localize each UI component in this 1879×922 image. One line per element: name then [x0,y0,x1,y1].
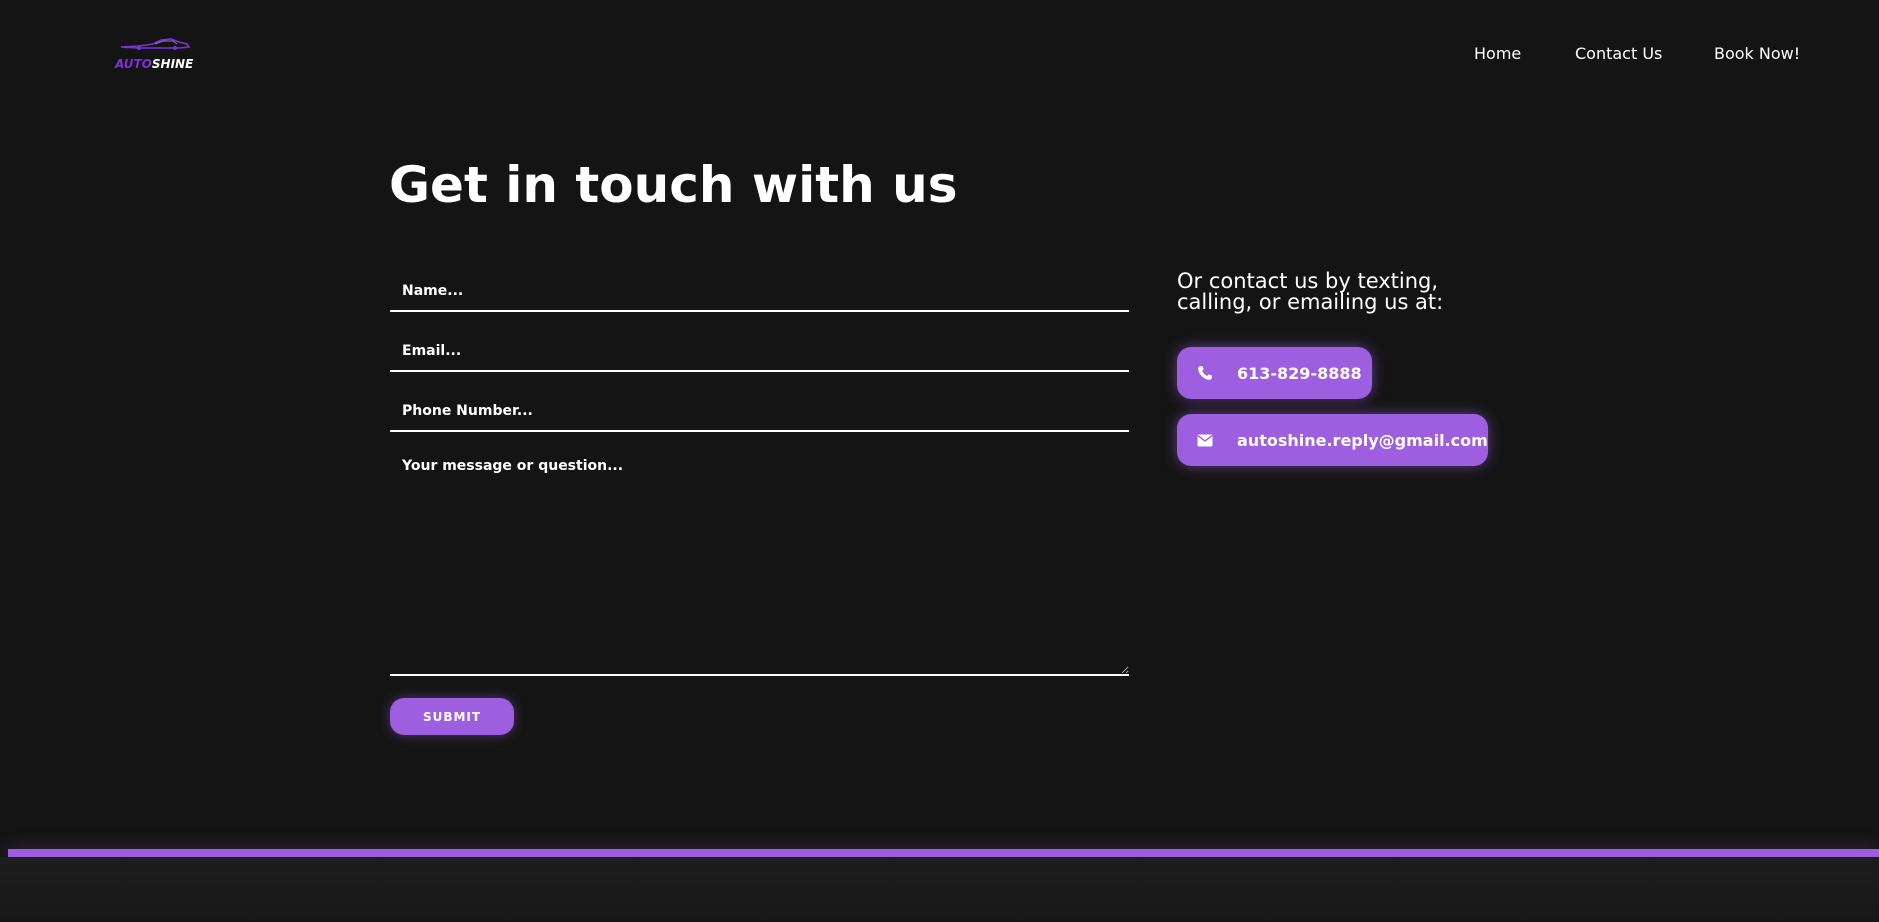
phone-number: 613-829-8888 [1237,363,1362,383]
brand-wordmark-part2: SHINE [151,57,194,71]
brand-logo[interactable]: AUTOSHINE [115,32,195,74]
page-title: Get in touch with us [389,156,958,214]
car-logo-icon [120,38,191,50]
message-textarea[interactable] [390,448,1129,676]
footer-divider [8,849,1879,857]
contact-heading: Or contact us by texting, calling, or em… [1177,269,1444,314]
nav-contact-link[interactable]: Contact Us [1575,44,1662,63]
brand-wordmark: AUTOSHINE [115,57,193,71]
nav-book-link[interactable]: Book Now! [1714,44,1800,63]
brand-wordmark-part1: AUTO [115,57,152,71]
email-contact-button[interactable]: autoshine.reply@gmail.com [1177,414,1488,466]
phone-icon [1196,364,1214,382]
phone-input[interactable] [390,392,1129,432]
email-input[interactable] [390,332,1129,372]
footer [0,857,1879,922]
phone-contact-button[interactable]: 613-829-8888 [1177,347,1372,399]
nav-home-link[interactable]: Home [1474,44,1521,63]
name-input[interactable] [390,272,1129,312]
email-address: autoshine.reply@gmail.com [1237,430,1488,450]
submit-button[interactable]: SUBMIT [390,698,514,735]
envelope-icon [1196,431,1214,449]
